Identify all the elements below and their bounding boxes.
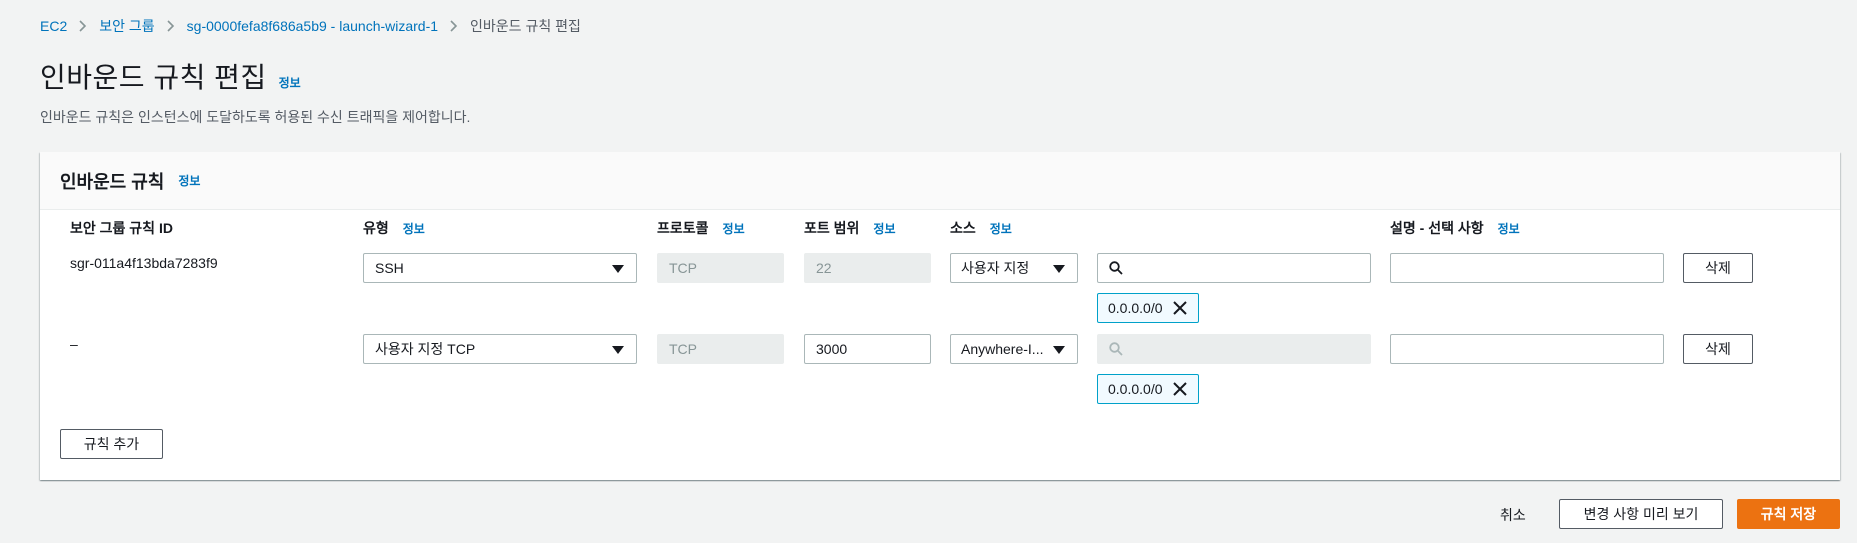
port-info-link[interactable]: 정보 — [873, 220, 895, 237]
col-head-rule-id: 보안 그룹 규칙 ID — [70, 218, 173, 238]
source-select-value: 사용자 지정 — [961, 260, 1030, 276]
source-select[interactable]: Anywhere-I... — [950, 334, 1078, 364]
port-range-value: 22 — [816, 260, 832, 276]
inbound-rules-panel: 인바운드 규칙 정보 보안 그룹 규칙 ID 유형 정보 프로토콜 정보 포트 … — [40, 152, 1840, 480]
col-label-protocol: 프로토콜 — [657, 220, 709, 236]
cidr-search-input[interactable] — [1097, 253, 1371, 283]
breadcrumb-current: 인바운드 규칙 편집 — [470, 18, 581, 34]
col-label-description: 설명 - 선택 사항 — [1390, 220, 1484, 236]
source-info-link[interactable]: 정보 — [990, 220, 1012, 237]
breadcrumb-security-group-id[interactable]: sg-0000fefa8f686a5b9 - launch-wizard-1 — [187, 18, 438, 34]
breadcrumb-security-groups[interactable]: 보안 그룹 — [99, 16, 154, 36]
col-head-protocol: 프로토콜 정보 — [657, 218, 745, 238]
breadcrumb-ec2[interactable]: EC2 — [40, 18, 67, 34]
description-input[interactable] — [1390, 334, 1664, 364]
cidr-token: 0.0.0.0/0 — [1097, 293, 1199, 323]
chevron-right-icon — [79, 20, 87, 32]
search-icon — [1109, 261, 1123, 275]
caret-down-icon — [612, 265, 624, 273]
panel-title: 인바운드 규칙 — [60, 171, 165, 192]
cidr-search-input — [1097, 334, 1371, 364]
page-title-row: 인바운드 규칙 편집 정보 — [40, 56, 301, 96]
delete-button[interactable]: 삭제 — [1683, 253, 1753, 283]
page-info-link[interactable]: 정보 — [279, 74, 301, 91]
rule-id: sgr-011a4f13bda7283f9 — [70, 255, 218, 271]
type-select[interactable]: SSH — [363, 253, 637, 283]
chevron-right-icon — [450, 20, 458, 32]
col-label-port: 포트 범위 — [804, 220, 860, 236]
source-select-value: Anywhere-I... — [961, 341, 1044, 357]
port-range-input[interactable]: 3000 — [804, 334, 931, 364]
col-label-source: 소스 — [950, 220, 976, 236]
search-icon — [1109, 342, 1123, 356]
protocol-value: TCP — [669, 341, 697, 357]
caret-down-icon — [1053, 346, 1065, 354]
description-input[interactable] — [1390, 253, 1664, 283]
panel-info-link[interactable]: 정보 — [178, 172, 200, 189]
col-label-type: 유형 — [363, 220, 389, 236]
preview-changes-button[interactable]: 변경 사항 미리 보기 — [1559, 499, 1723, 529]
col-head-port: 포트 범위 정보 — [804, 218, 896, 238]
type-select[interactable]: 사용자 지정 TCP — [363, 334, 637, 364]
description-info-link[interactable]: 정보 — [1498, 220, 1520, 237]
protocol-field: TCP — [657, 334, 784, 364]
caret-down-icon — [612, 346, 624, 354]
col-head-source: 소스 정보 — [950, 218, 1012, 238]
caret-down-icon — [1053, 265, 1065, 273]
page-title: 인바운드 규칙 편집 — [40, 62, 267, 93]
col-head-type: 유형 정보 — [363, 218, 425, 238]
protocol-value: TCP — [669, 260, 697, 276]
chevron-right-icon — [167, 20, 175, 32]
panel-header: 인바운드 규칙 정보 — [40, 152, 1840, 210]
port-range-value: 3000 — [816, 341, 848, 357]
protocol-field: TCP — [657, 253, 784, 283]
rule-id: – — [70, 336, 78, 352]
cidr-token-label: 0.0.0.0/0 — [1108, 381, 1163, 397]
source-select[interactable]: 사용자 지정 — [950, 253, 1078, 283]
page-description: 인바운드 규칙은 인스턴스에 도달하도록 허용된 수신 트래픽을 제어합니다. — [40, 109, 471, 125]
type-select-value: 사용자 지정 TCP — [375, 341, 476, 357]
add-rule-button[interactable]: 규칙 추가 — [60, 429, 163, 459]
col-label-rule-id: 보안 그룹 규칙 ID — [70, 220, 173, 236]
type-info-link[interactable]: 정보 — [403, 220, 425, 237]
save-rules-button[interactable]: 규칙 저장 — [1737, 499, 1840, 529]
cidr-token-label: 0.0.0.0/0 — [1108, 300, 1163, 316]
cancel-button[interactable]: 취소 — [1500, 505, 1526, 525]
close-icon[interactable] — [1171, 299, 1189, 317]
col-head-description: 설명 - 선택 사항 정보 — [1390, 218, 1520, 238]
close-icon[interactable] — [1171, 380, 1189, 398]
breadcrumb: EC2 보안 그룹 sg-0000fefa8f686a5b9 - launch-… — [40, 16, 581, 36]
cidr-token: 0.0.0.0/0 — [1097, 374, 1199, 404]
type-select-value: SSH — [375, 260, 404, 276]
delete-button[interactable]: 삭제 — [1683, 334, 1753, 364]
protocol-info-link[interactable]: 정보 — [723, 220, 745, 237]
port-range-field: 22 — [804, 253, 931, 283]
